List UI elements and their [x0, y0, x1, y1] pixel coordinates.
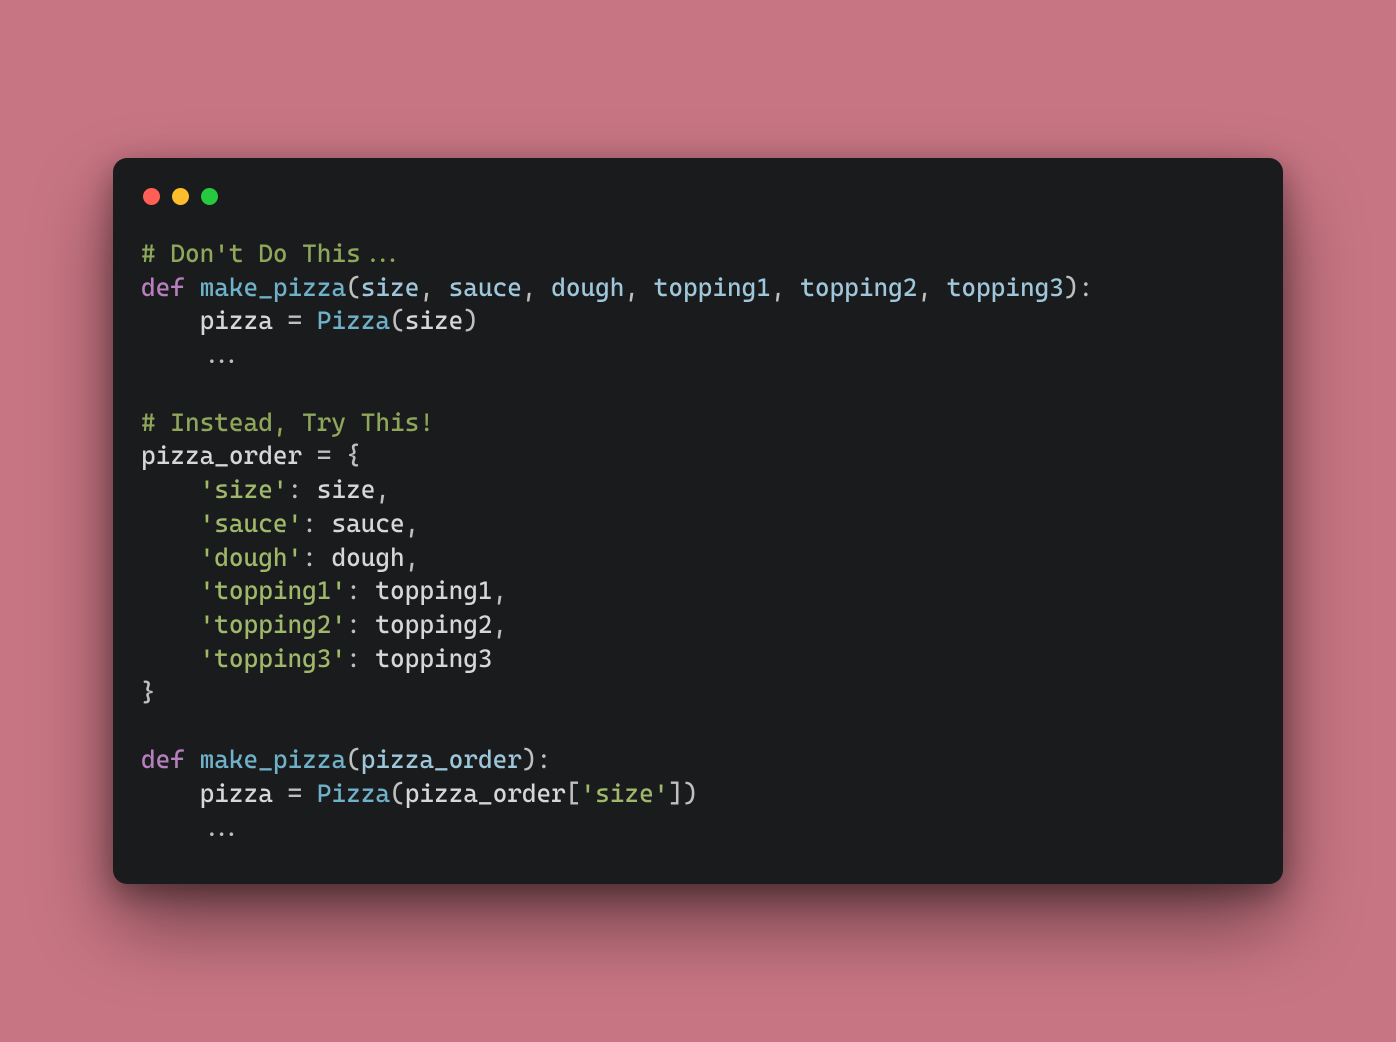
code-token: ,: [375, 475, 390, 504]
zoom-icon[interactable]: [201, 188, 218, 205]
code-token: 'sauce': [200, 509, 303, 538]
code-line: def make_pizza(size, sauce, dough, toppi…: [141, 273, 1093, 302]
code-token: pizza_order: [141, 441, 317, 470]
code-token: [141, 475, 200, 504]
code-line: 'topping3': topping3: [141, 644, 493, 673]
code-token: 'topping3': [200, 644, 346, 673]
code-token: [141, 644, 200, 673]
code-token: ,: [771, 273, 800, 302]
code-token: ):: [1064, 273, 1093, 302]
code-token: :: [302, 509, 331, 538]
code-line: ...: [141, 813, 244, 842]
stage: # Don't Do This... def make_pizza(size, …: [0, 0, 1396, 1042]
code-token: ,: [624, 273, 653, 302]
code-token: :: [302, 543, 331, 572]
code-token: [141, 543, 200, 572]
code-token: [141, 509, 200, 538]
code-token: }: [141, 678, 156, 707]
code-token: :: [346, 610, 375, 639]
code-line: }: [141, 678, 156, 707]
code-token: (: [346, 745, 361, 774]
code-token: :: [287, 475, 316, 504]
code-token: sauce: [449, 273, 522, 302]
code-token: = {: [317, 441, 361, 470]
code-token: make_pizza: [200, 745, 346, 774]
code-token: ,: [419, 273, 448, 302]
code-token: Pizza: [317, 779, 390, 808]
code-line: 'topping2': topping2,: [141, 610, 507, 639]
code-line: 'sauce': sauce,: [141, 509, 419, 538]
code-token: =: [287, 779, 316, 808]
code-token: ,: [917, 273, 946, 302]
code-token: [141, 610, 200, 639]
code-line: def make_pizza(pizza_order):: [141, 745, 551, 774]
code-token: pizza_order: [361, 745, 522, 774]
code-token: ,: [493, 610, 508, 639]
code-token: pizza: [141, 779, 287, 808]
code-token: (: [390, 779, 405, 808]
code-line: pizza_order = {: [141, 441, 361, 470]
code-token: ,: [522, 273, 551, 302]
code-line: # Don't Do This...: [141, 239, 405, 268]
code-line: pizza = Pizza(size): [141, 306, 478, 335]
code-token: size: [361, 273, 420, 302]
code-token: dough: [551, 273, 624, 302]
code-token: pizza: [141, 306, 287, 335]
traffic-lights: [141, 182, 1255, 227]
code-line: 'dough': dough,: [141, 543, 419, 572]
code-token: [185, 745, 200, 774]
minimize-icon[interactable]: [172, 188, 189, 205]
code-token: [141, 576, 200, 605]
code-token: =: [287, 306, 316, 335]
code-token: # Don't Do This...: [141, 239, 405, 268]
code-token: Pizza: [317, 306, 390, 335]
code-token: size: [317, 475, 376, 504]
code-token: sauce: [331, 509, 404, 538]
code-token: ,: [493, 576, 508, 605]
code-token: 'topping2': [200, 610, 346, 639]
code-token: topping2: [800, 273, 917, 302]
code-token: ):: [522, 745, 551, 774]
code-token: topping1: [654, 273, 771, 302]
code-token: topping3: [947, 273, 1064, 302]
code-token: :: [346, 576, 375, 605]
code-line: ...: [141, 340, 244, 369]
code-token: 'size': [580, 779, 668, 808]
close-icon[interactable]: [143, 188, 160, 205]
code-token: topping1: [375, 576, 492, 605]
code-token: 'size': [200, 475, 288, 504]
code-token: topping2: [375, 610, 492, 639]
code-token: :: [346, 644, 375, 673]
code-token: ...: [141, 340, 244, 369]
code-token: (: [390, 306, 405, 335]
code-token: [185, 273, 200, 302]
code-token: ,: [405, 509, 420, 538]
code-line: 'size': size,: [141, 475, 390, 504]
code-token: ...: [141, 813, 244, 842]
code-block: # Don't Do This... def make_pizza(size, …: [141, 237, 1255, 845]
code-token: 'topping1': [200, 576, 346, 605]
code-token: topping3: [375, 644, 492, 673]
code-token: (: [346, 273, 361, 302]
code-line: pizza = Pizza(pizza_order['size']): [141, 779, 698, 808]
code-token: def: [141, 273, 185, 302]
code-token: ]): [668, 779, 697, 808]
code-token: 'dough': [200, 543, 303, 572]
code-token: ,: [405, 543, 420, 572]
code-token: dough: [331, 543, 404, 572]
code-token: pizza_order: [405, 779, 566, 808]
code-token: size: [405, 306, 464, 335]
code-token: make_pizza: [200, 273, 346, 302]
code-window: # Don't Do This... def make_pizza(size, …: [113, 158, 1283, 885]
code-token: [: [566, 779, 581, 808]
code-token: ): [463, 306, 478, 335]
code-token: # Instead, Try This!: [141, 408, 434, 437]
code-token: def: [141, 745, 185, 774]
code-line: 'topping1': topping1,: [141, 576, 507, 605]
code-line: # Instead, Try This!: [141, 408, 434, 437]
